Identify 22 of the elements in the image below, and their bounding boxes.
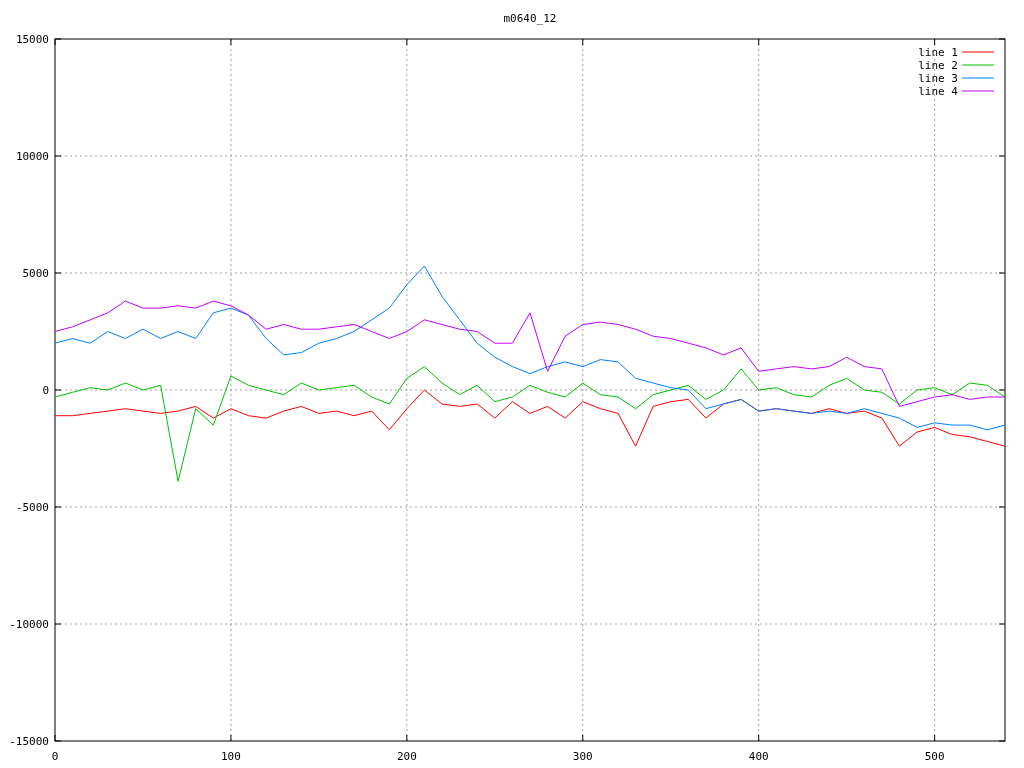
axis-tick-label: 300: [572, 750, 593, 763]
axis-tick-label: 10000: [15, 150, 49, 163]
axis-tick-label: -10000: [9, 618, 49, 631]
legend-line-sample: [961, 51, 995, 53]
axis-tick-label: 100: [221, 750, 241, 763]
axis-tick-label: 200: [396, 750, 417, 763]
legend-label: line 4: [918, 85, 958, 98]
axis-tick-label: 500: [924, 750, 945, 763]
axis-tick-label: 400: [748, 750, 769, 763]
axis-tick-label: 15000: [15, 33, 49, 46]
legend-line-sample: [961, 77, 995, 79]
axis-tick-label: 5000: [22, 267, 49, 280]
axis-tick-label: 0: [42, 384, 49, 397]
legend-label: line 1: [918, 46, 958, 59]
chart-title: m0640_12: [503, 12, 557, 25]
axis-tick-label: 0: [51, 750, 59, 763]
legend-line-sample: [961, 90, 995, 92]
axis-tick-label: -5000: [15, 501, 49, 514]
legend-label: line 3: [918, 72, 958, 85]
legend-line-sample: [961, 64, 995, 66]
axis-tick-label: -15000: [9, 735, 49, 748]
legend-label: line 2: [918, 59, 958, 72]
